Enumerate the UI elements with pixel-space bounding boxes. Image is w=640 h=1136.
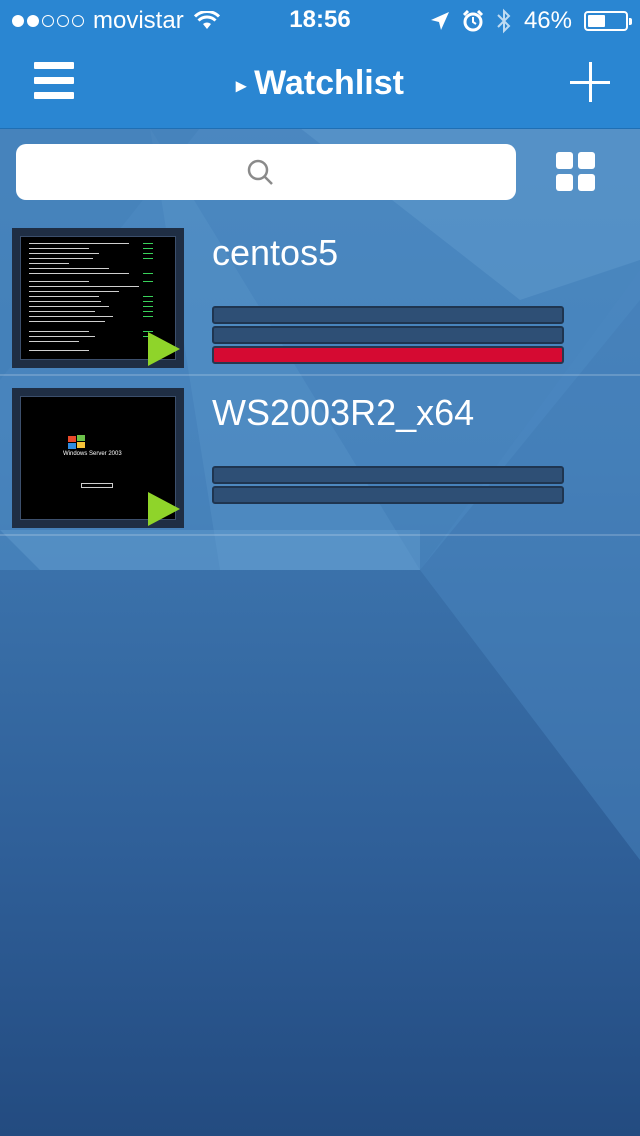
play-icon[interactable] bbox=[148, 492, 180, 526]
page-title[interactable]: ▸ Watchlist bbox=[0, 64, 640, 103]
vm-status-bar bbox=[212, 306, 564, 324]
windows-flag-logo-icon bbox=[68, 435, 85, 449]
vm-thumbnail[interactable]: Windows Server 2003 bbox=[12, 388, 184, 528]
battery-icon bbox=[584, 11, 632, 31]
bluetooth-icon bbox=[497, 8, 511, 34]
page-title-text: Watchlist bbox=[254, 64, 404, 102]
vm-thumbnail[interactable] bbox=[12, 228, 184, 368]
search-icon bbox=[247, 159, 273, 185]
add-button[interactable] bbox=[570, 62, 610, 102]
play-icon[interactable] bbox=[148, 332, 180, 366]
vm-status-bar-alert bbox=[212, 346, 564, 364]
vm-name: WS2003R2_x64 bbox=[212, 392, 475, 433]
row-divider bbox=[0, 534, 640, 536]
battery-percent: 46% bbox=[523, 7, 572, 34]
status-right-group: 46% bbox=[418, 7, 632, 35]
search-input[interactable] bbox=[16, 144, 516, 200]
windows-server-logo-text: Windows Server 2003 bbox=[63, 451, 122, 457]
battery-level-fill bbox=[588, 15, 605, 27]
title-disclosure-triangle-icon: ▸ bbox=[236, 74, 247, 97]
vm-name: centos5 bbox=[212, 232, 339, 273]
vm-status-bar bbox=[212, 326, 564, 344]
alarm-icon bbox=[462, 10, 484, 32]
status-bar: movistar 18:56 46% bbox=[0, 0, 640, 40]
grid-view-toggle-icon[interactable] bbox=[556, 152, 596, 192]
boot-progress-indicator bbox=[81, 483, 113, 488]
navigation-bar: ▸ Watchlist bbox=[0, 40, 640, 129]
vm-status-bar bbox=[212, 466, 564, 484]
location-arrow-icon bbox=[430, 12, 449, 30]
vm-list-item-centos5[interactable]: centos5 bbox=[0, 216, 640, 376]
vm-status-bar bbox=[212, 486, 564, 504]
vm-list-item-ws2003r2[interactable]: Windows Server 2003 WS2003R2_x64 bbox=[0, 376, 640, 536]
